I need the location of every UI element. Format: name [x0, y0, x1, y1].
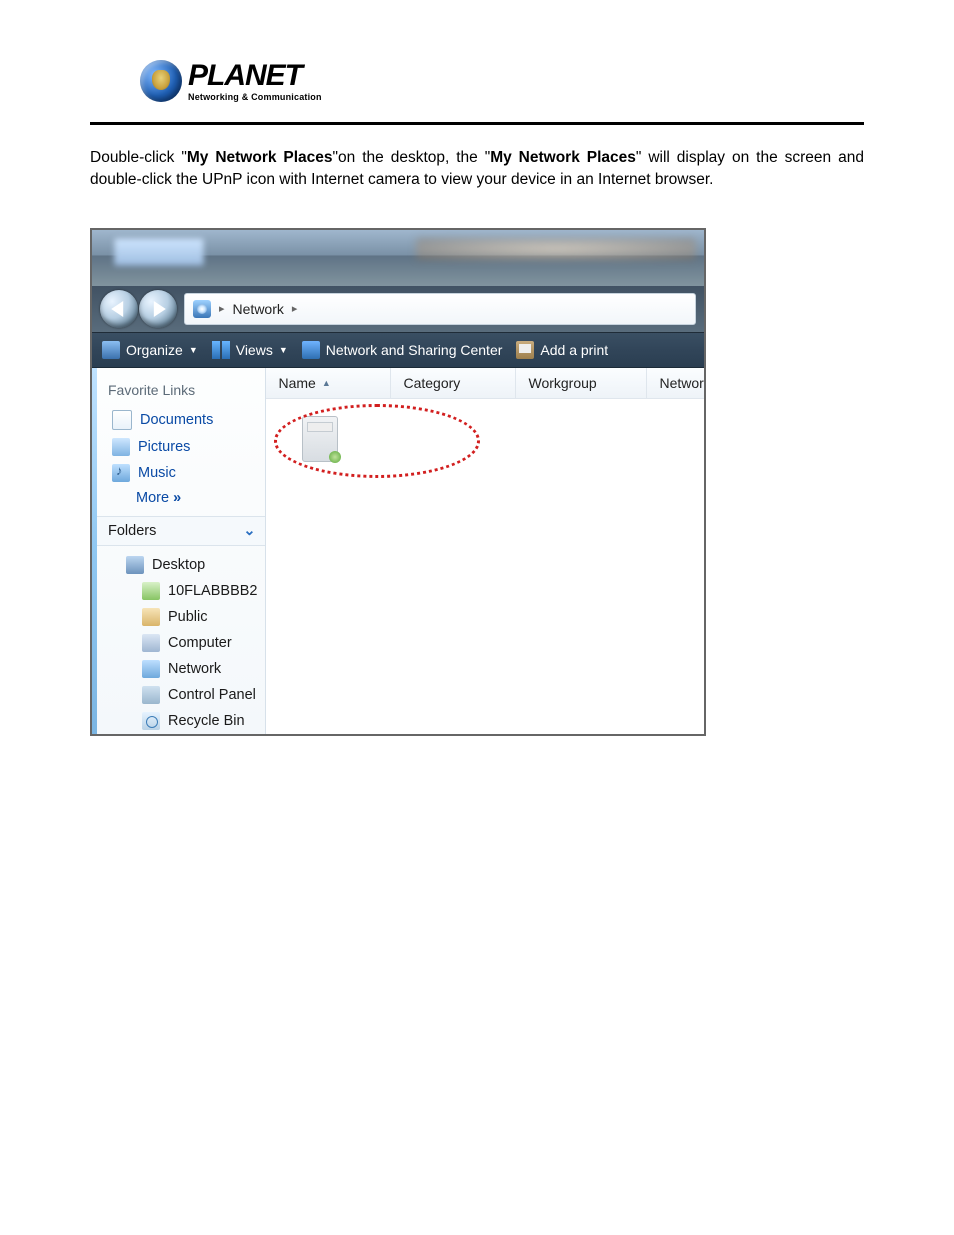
tree-item-label: Network [168, 661, 221, 677]
address-bar-row: ▸ Network ▸ [92, 286, 704, 333]
breadcrumb-sep-icon: ▸ [292, 302, 298, 315]
sidebar-item-label: Music [138, 465, 176, 481]
sidebar-item-label: Pictures [138, 439, 190, 455]
sidebar-item-more[interactable]: More » [92, 486, 265, 516]
organize-menu[interactable]: Organize ▼ [102, 341, 198, 359]
screenshot: ▸ Network ▸ Organize ▼ Views ▼ [90, 228, 706, 736]
add-printer-button[interactable]: Add a print [516, 341, 608, 359]
address-bar[interactable]: ▸ Network ▸ [184, 293, 696, 325]
sidebar-item-pictures[interactable]: Pictures [92, 434, 265, 460]
column-headers: Name ▲ Category Workgroup Network [266, 368, 706, 399]
sidebar-item-music[interactable]: Music [92, 460, 265, 486]
favorite-links-heading: Favorite Links [92, 368, 265, 406]
back-button[interactable] [100, 290, 138, 328]
network-icon [193, 300, 211, 318]
recycle-bin-icon [142, 712, 160, 730]
column-category[interactable]: Category [391, 368, 516, 398]
column-label: Category [403, 375, 460, 391]
public-folder-icon [142, 608, 160, 626]
breadcrumb-sep-icon: ▸ [219, 302, 225, 315]
chevron-down-icon: ⌄ [243, 523, 255, 539]
sharing-center-icon [302, 341, 320, 359]
add-printer-label: Add a print [540, 342, 608, 358]
views-icon [212, 341, 230, 359]
user-icon [142, 582, 160, 600]
pictures-icon [112, 438, 130, 456]
nsc-label: Network and Sharing Center [326, 342, 503, 358]
tree-item-label: 10FLABBBB2 [168, 583, 257, 599]
globe-icon [140, 60, 182, 102]
tree-item-label: Control Panel [168, 687, 256, 703]
arrow-left-icon [111, 301, 123, 317]
organize-label: Organize [126, 342, 183, 358]
breadcrumb[interactable]: Network [233, 301, 284, 317]
documents-icon [112, 410, 132, 430]
column-label: Network [659, 375, 706, 391]
tree-item-control-panel[interactable]: Control Panel [92, 682, 265, 708]
tree-item-desktop[interactable]: Desktop [92, 552, 265, 578]
column-label: Workgroup [528, 375, 596, 391]
window-titlebar [92, 230, 704, 286]
tree-item-user[interactable]: 10FLABBBB2 [92, 578, 265, 604]
tree-item-network[interactable]: Network [92, 656, 265, 682]
network-sharing-center-button[interactable]: Network and Sharing Center [302, 341, 503, 359]
column-name[interactable]: Name ▲ [266, 368, 391, 398]
more-label: More [136, 490, 169, 506]
computer-icon [142, 634, 160, 652]
sort-asc-icon: ▲ [322, 378, 331, 388]
brand-name: PLANET [188, 61, 322, 91]
chevron-down-icon: ▼ [189, 345, 198, 355]
forward-button[interactable] [139, 290, 177, 328]
printer-icon [516, 341, 534, 359]
upnp-device-icon[interactable] [302, 416, 338, 462]
control-panel-icon [142, 686, 160, 704]
arrow-right-icon [154, 301, 166, 317]
brand-logo: PLANET Networking & Communication [90, 50, 864, 116]
desktop-icon [126, 556, 144, 574]
content-pane: Name ▲ Category Workgroup Network [266, 368, 706, 736]
instruction-paragraph: Double-click "My Network Places"on the d… [90, 147, 864, 192]
folders-heading-label: Folders [108, 523, 156, 539]
organize-icon [102, 341, 120, 359]
column-workgroup[interactable]: Workgroup [516, 368, 647, 398]
nav-pane: Favorite Links Documents Pictures Music [92, 368, 266, 736]
chevron-right-double-icon: » [173, 490, 178, 506]
tree-item-label: Computer [168, 635, 232, 651]
sidebar-item-documents[interactable]: Documents [92, 406, 265, 434]
column-network[interactable]: Network [647, 368, 706, 398]
chevron-down-icon: ▼ [279, 345, 288, 355]
tree-item-label: Desktop [152, 557, 205, 573]
toolbar: Organize ▼ Views ▼ Network and Sharing C… [92, 333, 704, 368]
network-icon [142, 660, 160, 678]
views-label: Views [236, 342, 273, 358]
music-icon [112, 464, 130, 482]
tree-item-label: Public [168, 609, 208, 625]
brand-tagline: Networking & Communication [188, 93, 322, 102]
sidebar-item-label: Documents [140, 412, 213, 428]
tree-item-label: Recycle Bin [168, 713, 245, 729]
column-label: Name [278, 375, 315, 391]
tree-item-computer[interactable]: Computer [92, 630, 265, 656]
views-menu[interactable]: Views ▼ [212, 341, 288, 359]
divider [90, 122, 864, 125]
folders-toggle[interactable]: Folders ⌄ [92, 516, 265, 546]
tree-item-public[interactable]: Public [92, 604, 265, 630]
tree-item-recycle-bin[interactable]: Recycle Bin [92, 708, 265, 734]
